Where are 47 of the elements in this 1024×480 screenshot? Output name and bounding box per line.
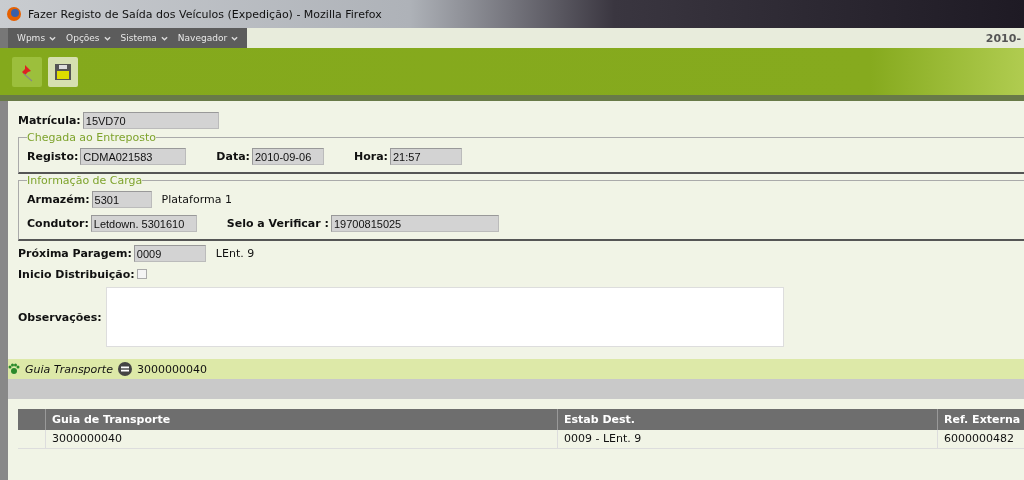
fieldset-legend: Chegada ao Entreposto bbox=[27, 131, 157, 144]
field-label: Selo a Verificar : bbox=[226, 216, 329, 230]
browser-logo-icon bbox=[6, 6, 22, 22]
caret-icon bbox=[231, 35, 239, 41]
input-field[interactable]: 5301 bbox=[91, 190, 152, 208]
caret-icon bbox=[103, 35, 111, 41]
field-note: LEnt. 9 bbox=[215, 246, 255, 260]
field-label: Condutor: bbox=[27, 216, 89, 230]
caret-icon bbox=[160, 35, 168, 41]
save-button[interactable] bbox=[48, 56, 78, 87]
date-text: 2010- bbox=[985, 31, 1021, 45]
field-label: Observações: bbox=[18, 310, 102, 324]
menu-item[interactable]: Navegador bbox=[172, 33, 244, 43]
section-value: 3000000040 bbox=[136, 362, 207, 376]
paw-icon bbox=[8, 363, 20, 375]
fieldset-legend: Informação de Carga bbox=[27, 174, 143, 187]
input-field[interactable]: CDMA021583 bbox=[80, 147, 187, 165]
text-area[interactable] bbox=[105, 287, 784, 347]
column-header[interactable]: Estab Dest. bbox=[557, 409, 937, 430]
caret-icon bbox=[49, 35, 57, 41]
pin-button[interactable] bbox=[12, 56, 42, 87]
equals-icon bbox=[117, 362, 132, 376]
menu-item[interactable]: Sistema bbox=[115, 33, 173, 43]
column-header[interactable]: Ref. Externa bbox=[937, 409, 1024, 430]
field-label: Próxima Paragem: bbox=[18, 246, 132, 260]
field-label: Hora: bbox=[354, 149, 388, 163]
field-label: Matrícula: bbox=[18, 113, 81, 127]
input-field[interactable]: Letdown. 5301610 bbox=[90, 214, 197, 232]
checkbox[interactable] bbox=[136, 269, 147, 279]
section-label: Guia Transporte bbox=[25, 362, 113, 376]
field-label: Registo: bbox=[27, 149, 79, 163]
input-field[interactable]: 2010-09-06 bbox=[252, 147, 324, 165]
window-title: Fazer Registo de Saída dos Veículos (Expedição) - Mozilla Firefox bbox=[28, 7, 382, 21]
table-cell: 0009 - LEnt. 9 bbox=[557, 430, 937, 448]
table-cell: 3000000040 bbox=[45, 430, 557, 448]
field-label: Inicio Distribuição: bbox=[18, 267, 135, 281]
input-field[interactable]: 21:57 bbox=[390, 147, 462, 165]
input-field[interactable]: 0009 bbox=[133, 244, 206, 262]
input-field[interactable]: 15VD70 bbox=[82, 111, 219, 129]
menu-item[interactable]: Wpms bbox=[12, 33, 62, 43]
column-header[interactable]: Guia de Transporte bbox=[45, 409, 557, 430]
table-cell: 6000000482 bbox=[937, 430, 1024, 448]
field-note: Plataforma 1 bbox=[161, 192, 232, 206]
field-label: Data: bbox=[216, 149, 250, 163]
input-field[interactable]: 19700815025 bbox=[330, 214, 499, 232]
field-label: Armazém: bbox=[27, 192, 90, 206]
menu-item[interactable]: Opções bbox=[61, 33, 116, 43]
